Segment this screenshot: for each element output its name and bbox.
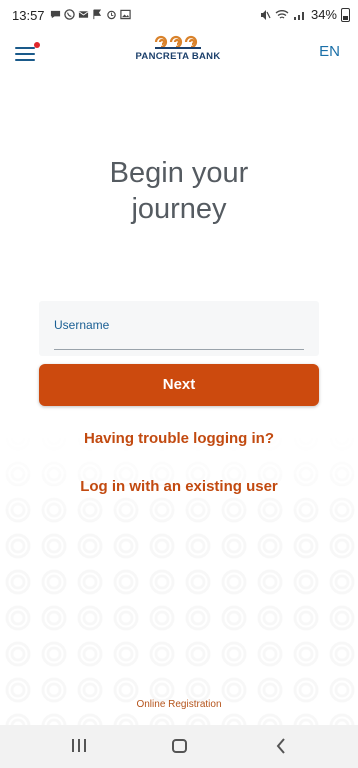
username-label: Username	[54, 318, 110, 332]
language-selector[interactable]: EN	[319, 43, 340, 60]
app-header: PANCRETA BANK EN	[0, 30, 358, 75]
status-time: 13:57	[12, 8, 45, 23]
background-swirl-pattern	[0, 420, 358, 725]
online-registration-link[interactable]: Online Registration	[0, 699, 358, 710]
logo-waves-icon	[154, 35, 201, 49]
menu-icon-line	[15, 59, 35, 61]
menu-button[interactable]	[15, 42, 40, 62]
chat-icon	[50, 10, 61, 19]
battery-percent: 34%	[310, 7, 337, 22]
notification-dot	[34, 42, 40, 48]
menu-icon-line	[15, 53, 35, 55]
pancreta-bank-logo: PANCRETA BANK	[128, 30, 228, 74]
home-button[interactable]	[172, 739, 187, 753]
trouble-logging-in-link[interactable]: Having trouble logging in?	[0, 430, 358, 447]
system-icons: 34%	[259, 7, 350, 22]
notification-icons	[50, 9, 131, 20]
existing-user-login-link[interactable]: Log in with an existing user	[0, 478, 358, 495]
username-underline	[54, 349, 304, 350]
alarm-icon	[107, 10, 116, 20]
back-button[interactable]	[275, 737, 287, 755]
wifi-icon	[275, 9, 289, 19]
next-button[interactable]: Next	[39, 364, 319, 406]
username-field[interactable]: Username	[39, 301, 319, 356]
page-title-line2: journey	[131, 193, 227, 225]
status-bar: 13:57 34%	[0, 0, 358, 30]
recents-icon-bar	[84, 739, 86, 752]
page-title: Begin your journey	[0, 155, 358, 227]
recents-icon-bar	[72, 739, 74, 752]
viber-icon	[64, 9, 75, 20]
signal-icon	[293, 11, 304, 20]
image-icon	[120, 9, 131, 20]
mute-icon	[260, 9, 271, 20]
logo-text: PANCRETA BANK	[135, 51, 221, 62]
recents-button[interactable]	[71, 739, 87, 753]
menu-icon-line	[15, 47, 35, 49]
battery-icon	[341, 7, 350, 22]
recents-icon-bar	[78, 739, 80, 752]
flag-icon	[93, 9, 102, 20]
mail-icon	[78, 11, 89, 18]
username-input[interactable]	[54, 331, 304, 349]
page-title-line1: Begin your	[109, 157, 249, 189]
system-navigation-bar	[0, 725, 358, 768]
